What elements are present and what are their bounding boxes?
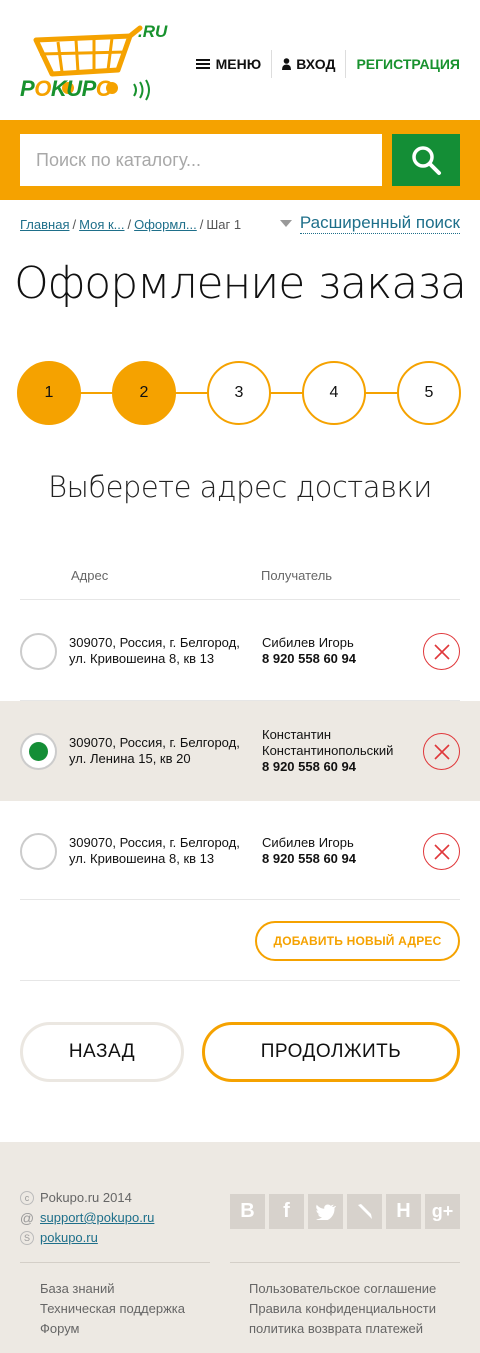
- login-label: ВХОД: [296, 56, 336, 72]
- logo[interactable]: .RU POKUPO: [18, 22, 167, 102]
- google-plus-icon[interactable]: g+: [425, 1194, 460, 1229]
- link-forum[interactable]: Форум: [40, 1319, 185, 1339]
- back-button[interactable]: НАЗАД: [20, 1022, 184, 1082]
- recipient: Константин Константинопольский 8 920 558…: [262, 727, 422, 775]
- link-knowledge-base[interactable]: База знаний: [40, 1279, 185, 1299]
- continue-button[interactable]: ПРОДОЛЖИТЬ: [202, 1022, 460, 1082]
- footer-links-right: Пользовательское соглашение Правила конф…: [249, 1279, 436, 1339]
- breadcrumb-cart[interactable]: Моя к...: [79, 217, 124, 232]
- divider: [20, 980, 460, 981]
- page-title: Оформление заказа: [14, 258, 467, 309]
- radio-dot: [29, 742, 48, 761]
- search-bar: [0, 120, 480, 200]
- recipient-name: Сибилев Игорь: [262, 835, 354, 850]
- delete-address-button[interactable]: [423, 633, 460, 670]
- footer-divider: [230, 1262, 460, 1263]
- footer-divider: [20, 1262, 210, 1263]
- breadcrumb-current: Шаг 1: [206, 217, 242, 232]
- address-row[interactable]: 309070, Россия, г. Белгород, ул. Кривоше…: [0, 801, 480, 901]
- advanced-search-label: Расширенный поиск: [299, 213, 460, 234]
- habr-icon[interactable]: H: [386, 1194, 421, 1229]
- search-button[interactable]: [392, 134, 460, 186]
- register-link[interactable]: РЕГИСТРАЦИЯ: [346, 50, 460, 78]
- link-support[interactable]: Техническая поддержка: [40, 1299, 185, 1319]
- support-email-link[interactable]: support@pokupo.ru: [40, 1210, 154, 1225]
- address-radio[interactable]: [20, 633, 57, 670]
- recipient: Сибилев Игорь 8 920 558 60 94: [262, 835, 422, 867]
- breadcrumb-home[interactable]: Главная: [20, 217, 69, 232]
- step-4[interactable]: 4: [302, 361, 366, 425]
- twitter-icon[interactable]: [308, 1194, 343, 1229]
- link-privacy[interactable]: Правила конфиденциальности: [249, 1299, 436, 1319]
- divider: [20, 599, 460, 600]
- add-address-button[interactable]: ДОБАВИТЬ НОВЫЙ АДРЕС: [255, 921, 460, 961]
- step-1[interactable]: 1: [17, 361, 81, 425]
- recipient-phone: 8 920 558 60 94: [262, 851, 356, 866]
- step-2[interactable]: 2: [112, 361, 176, 425]
- user-icon: [282, 58, 292, 70]
- address-radio[interactable]: [20, 833, 57, 870]
- recipient-name: Сибилев Игорь: [262, 635, 354, 650]
- facebook-icon[interactable]: f: [269, 1194, 304, 1229]
- address-text: 309070, Россия, г. Белгород, ул. Кривоше…: [69, 635, 240, 666]
- link-refund-policy[interactable]: политика возврата платежей: [249, 1319, 436, 1339]
- breadcrumb-checkout[interactable]: Оформл...: [134, 217, 197, 232]
- section-title: Выберете адрес доставки: [48, 470, 432, 504]
- recipient-phone: 8 920 558 60 94: [262, 651, 356, 666]
- menu-label: МЕНЮ: [215, 56, 262, 72]
- menu-button[interactable]: МЕНЮ: [195, 50, 272, 78]
- recipient-phone: 8 920 558 60 94: [262, 759, 356, 774]
- triangle-down-icon: [279, 220, 292, 227]
- footer: c Pokupo.ru 2014 @ support@pokupo.ru S p…: [0, 1142, 480, 1353]
- livejournal-icon[interactable]: [347, 1194, 382, 1229]
- support-email: @ support@pokupo.ru: [19, 1209, 155, 1226]
- header: .RU POKUPO МЕНЮ ВХОД РЕГИСТРАЦИЯ: [0, 0, 480, 120]
- search-icon: [412, 146, 441, 175]
- divider: [20, 899, 460, 900]
- delete-address-button[interactable]: [423, 733, 460, 770]
- social-links: B f H g+: [230, 1194, 460, 1229]
- top-nav: МЕНЮ ВХОД РЕГИСТРАЦИЯ: [195, 50, 460, 78]
- footer-links-left: База знаний Техническая поддержка Форум: [40, 1279, 185, 1339]
- close-icon: [433, 743, 450, 760]
- logo-domain: .RU: [138, 22, 168, 41]
- recipient: Сибилев Игорь 8 920 558 60 94: [262, 635, 422, 667]
- link-user-agreement[interactable]: Пользовательское соглашение: [249, 1279, 436, 1299]
- skype: S pokupo.ru: [20, 1230, 98, 1245]
- column-header-address: Адрес: [71, 568, 109, 583]
- at-icon: @: [19, 1209, 35, 1226]
- logo-wordmark: POKUPO: [20, 76, 113, 101]
- recipient-name: Константин Константинопольский: [262, 727, 394, 758]
- advanced-search-link[interactable]: Расширенный поиск: [279, 213, 460, 234]
- vk-icon[interactable]: B: [230, 1194, 265, 1229]
- checkout-steps: 1 2 3 4 5: [17, 361, 463, 425]
- skype-link[interactable]: pokupo.ru: [40, 1230, 98, 1245]
- copyright-icon: c: [20, 1190, 34, 1205]
- copyright: c Pokupo.ru 2014: [20, 1190, 132, 1205]
- copyright-text: Pokupo.ru 2014: [40, 1190, 132, 1205]
- address-row-selected[interactable]: 309070, Россия, г. Белгород, ул. Ленина …: [0, 701, 480, 801]
- login-button[interactable]: ВХОД: [272, 50, 345, 78]
- close-icon: [433, 843, 450, 860]
- address-row[interactable]: 309070, Россия, г. Белгород, ул. Кривоше…: [0, 601, 480, 701]
- hamburger-icon: [195, 57, 210, 71]
- step-5[interactable]: 5: [397, 361, 461, 425]
- breadcrumb: Главная / Моя к... / Оформл... / Шаг 1: [20, 217, 242, 232]
- step-3[interactable]: 3: [207, 361, 271, 425]
- delete-address-button[interactable]: [423, 833, 460, 870]
- close-icon: [433, 643, 450, 660]
- address-text: 309070, Россия, г. Белгород, ул. Ленина …: [69, 735, 240, 766]
- search-input[interactable]: [20, 134, 382, 186]
- skype-icon: S: [20, 1230, 34, 1245]
- address-radio-checked[interactable]: [20, 733, 57, 770]
- column-header-recipient: Получатель: [261, 568, 333, 583]
- address-text: 309070, Россия, г. Белгород, ул. Кривоше…: [69, 835, 240, 866]
